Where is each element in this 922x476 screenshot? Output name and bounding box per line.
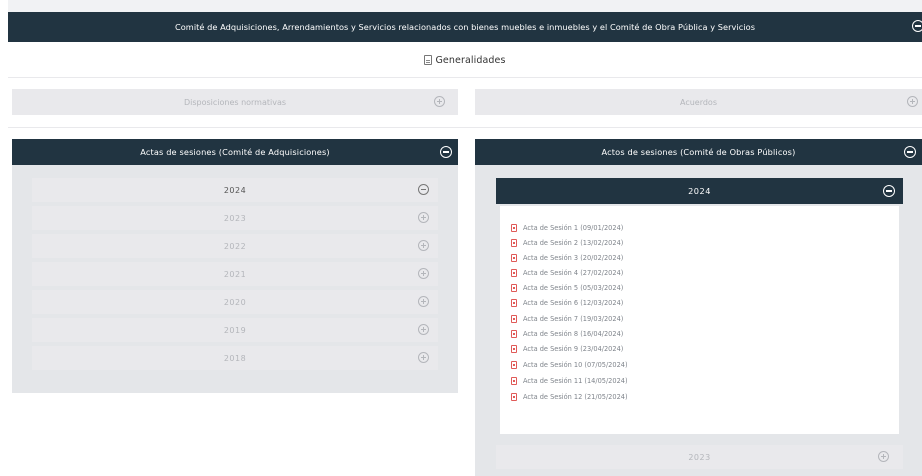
generalidades-label: Generalidades	[435, 54, 506, 66]
expand-icon[interactable]	[418, 296, 429, 307]
disposiciones-normativas-toggle[interactable]: Disposiciones normativas	[12, 89, 458, 115]
act-link[interactable]: Acta de Sesión 12 (21/05/2024)	[511, 391, 628, 403]
pdf-icon	[511, 361, 517, 369]
act-label: Acta de Sesión 11 (14/05/2024)	[523, 377, 628, 385]
act-link[interactable]: Acta de Sesión 10 (07/05/2024)	[511, 359, 628, 371]
year-row-2022[interactable]: 2022	[32, 234, 438, 258]
acuerdos-toggle[interactable]: Acuerdos	[475, 89, 922, 115]
collapse-icon[interactable]	[904, 146, 916, 158]
expand-icon[interactable]	[418, 268, 429, 279]
pdf-icon	[511, 224, 517, 232]
acts-list: Acta de Sesión 1 (09/01/2024) Acta de Se…	[500, 206, 899, 434]
collapse-icon[interactable]	[440, 146, 452, 158]
expand-icon[interactable]	[418, 352, 429, 363]
year-row-2023[interactable]: 2023	[32, 206, 438, 230]
act-label: Acta de Sesión 5 (05/03/2024)	[523, 284, 624, 292]
panel-left-title: Actas de sesiones (Comité de Adquisicion…	[140, 147, 330, 157]
pdf-icon	[511, 284, 517, 292]
year-row-2020[interactable]: 2020	[32, 290, 438, 314]
document-icon	[424, 55, 433, 65]
pdf-icon	[511, 315, 517, 323]
act-label: Acta de Sesión 10 (07/05/2024)	[523, 361, 628, 369]
pdf-icon	[511, 345, 517, 353]
act-label: Acta de Sesión 8 (16/04/2024)	[523, 330, 624, 338]
pdf-icon	[511, 299, 517, 307]
expand-icon[interactable]	[878, 451, 889, 462]
year-label: 2024	[688, 186, 711, 196]
year-row-2024-active[interactable]: 2024	[496, 178, 903, 204]
act-link[interactable]: Acta de Sesión 4 (27/02/2024)	[511, 267, 623, 279]
pdf-icon	[511, 254, 517, 262]
pdf-icon	[511, 269, 517, 277]
expand-icon[interactable]	[907, 96, 918, 107]
act-link[interactable]: Acta de Sesión 11 (14/05/2024)	[511, 375, 628, 387]
act-link[interactable]: Acta de Sesión 1 (09/01/2024)	[511, 222, 623, 234]
divider	[8, 127, 922, 128]
year-row-2018[interactable]: 2018	[32, 346, 438, 370]
year-row-2019[interactable]: 2019	[32, 318, 438, 342]
expand-icon[interactable]	[418, 212, 429, 223]
year-row-2024[interactable]: 2024	[32, 178, 438, 202]
act-link[interactable]: Acta de Sesión 3 (20/02/2024)	[511, 252, 623, 264]
act-label: Acta de Sesión 7 (19/03/2024)	[523, 315, 624, 323]
act-label: Acta de Sesión 4 (27/02/2024)	[523, 269, 624, 277]
top-strip	[8, 0, 922, 12]
pdf-icon	[511, 393, 517, 401]
year-row-2023[interactable]: 2023	[496, 445, 903, 469]
committee-header[interactable]: Comité de Adquisiciones, Arrendamientos …	[8, 12, 922, 42]
act-label: Acta de Sesión 1 (09/01/2024)	[523, 224, 624, 232]
collapse-icon[interactable]	[418, 184, 429, 195]
disposiciones-label: Disposiciones normativas	[183, 97, 287, 107]
act-label: Acta de Sesión 6 (12/03/2024)	[523, 299, 624, 307]
acuerdos-label: Acuerdos	[679, 97, 717, 107]
act-link[interactable]: Acta de Sesión 8 (16/04/2024)	[511, 328, 623, 340]
collapse-icon[interactable]	[883, 185, 895, 197]
actas-adquisiciones-header[interactable]: Actas de sesiones (Comité de Adquisicion…	[12, 139, 458, 165]
year-label: 2020	[223, 297, 247, 307]
expand-icon[interactable]	[434, 96, 445, 107]
year-label: 2024	[223, 185, 247, 195]
act-label: Acta de Sesión 12 (21/05/2024)	[523, 393, 628, 401]
expand-icon[interactable]	[418, 240, 429, 251]
act-link[interactable]: Acta de Sesión 5 (05/03/2024)	[511, 282, 623, 294]
actos-obras-header[interactable]: Actos de sesiones (Comité de Obras Públi…	[475, 139, 922, 165]
collapse-icon[interactable]	[912, 20, 922, 32]
generalidades-link[interactable]: Generalidades	[8, 50, 922, 70]
expand-icon[interactable]	[418, 324, 429, 335]
year-row-2021[interactable]: 2021	[32, 262, 438, 286]
year-label: 2021	[223, 269, 247, 279]
act-link[interactable]: Acta de Sesión 6 (12/03/2024)	[511, 297, 623, 309]
act-link[interactable]: Acta de Sesión 7 (19/03/2024)	[511, 313, 623, 325]
year-label: 2023	[688, 452, 711, 462]
pdf-icon	[511, 330, 517, 338]
act-label: Acta de Sesión 3 (20/02/2024)	[523, 254, 624, 262]
panel-right-title: Actos de sesiones (Comité de Obras Públi…	[601, 147, 796, 157]
year-label: 2019	[223, 325, 247, 335]
year-label: 2022	[223, 241, 247, 251]
pdf-icon	[511, 377, 517, 385]
year-label: 2023	[223, 213, 247, 223]
pdf-icon	[511, 239, 517, 247]
committee-title: Comité de Adquisiciones, Arrendamientos …	[174, 22, 756, 32]
act-link[interactable]: Acta de Sesión 2 (13/02/2024)	[511, 237, 623, 249]
divider	[8, 77, 922, 78]
act-link[interactable]: Acta de Sesión 9 (23/04/2024)	[511, 343, 623, 355]
act-label: Acta de Sesión 9 (23/04/2024)	[523, 345, 624, 353]
year-label: 2018	[223, 353, 247, 363]
act-label: Acta de Sesión 2 (13/02/2024)	[523, 239, 624, 247]
